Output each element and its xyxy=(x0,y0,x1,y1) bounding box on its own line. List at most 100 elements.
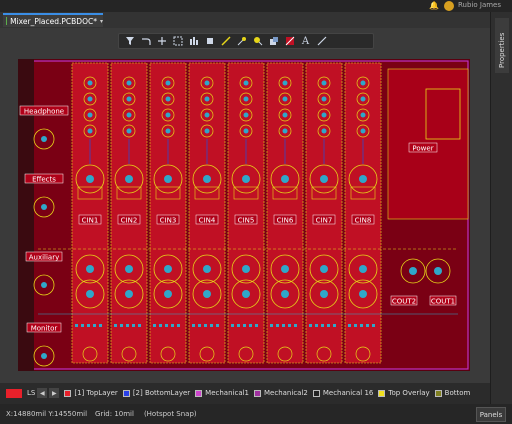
smd-pad xyxy=(210,324,213,327)
smd-pad xyxy=(204,324,207,327)
user-name[interactable]: Rubio James xyxy=(458,1,501,9)
place-fill-icon[interactable] xyxy=(267,35,280,47)
pad xyxy=(165,112,171,118)
route-icon[interactable] xyxy=(139,35,152,47)
place-component-icon[interactable] xyxy=(203,35,216,47)
smd-pad xyxy=(159,324,162,327)
layer-label: Mechanical 16 xyxy=(322,389,374,397)
avatar[interactable] xyxy=(444,1,454,11)
smd-pad xyxy=(354,324,357,327)
channel-strip xyxy=(71,62,109,364)
pad xyxy=(125,175,133,183)
layer-label: [2] BottomLayer xyxy=(132,389,191,397)
pad xyxy=(204,112,210,118)
pad xyxy=(360,96,366,102)
smd-pad xyxy=(276,324,279,327)
place-via-icon[interactable] xyxy=(235,35,248,47)
chevron-down-icon[interactable]: ▾ xyxy=(100,18,103,25)
pad xyxy=(125,265,133,273)
cin-label-4: CIN4 xyxy=(199,217,216,225)
pad xyxy=(126,80,132,86)
notification-bell-icon[interactable]: 🔔 xyxy=(429,1,439,10)
smd-pad xyxy=(99,324,102,327)
panels-button[interactable]: Panels xyxy=(476,407,506,422)
smd-pad xyxy=(288,324,291,327)
pad xyxy=(203,290,211,298)
layer-color-swatch xyxy=(122,389,130,397)
pad xyxy=(165,128,171,134)
layer-tab-6[interactable]: Bottom xyxy=(434,389,471,397)
pad xyxy=(360,80,366,86)
filter-icon[interactable] xyxy=(123,35,136,47)
layer-tab-0[interactable]: [1] TopLayer xyxy=(64,389,118,397)
pad xyxy=(126,112,132,118)
pad xyxy=(321,112,327,118)
smd-pad xyxy=(366,324,369,327)
tab-mixer-placed[interactable]: Mixer_Placed.PCBDOC * ▾ xyxy=(3,13,103,27)
smd-pad xyxy=(270,324,273,327)
pad xyxy=(242,290,250,298)
smd-pad xyxy=(249,324,252,327)
title-bar: 🔔 Rubio James xyxy=(0,0,512,12)
layer-tab-4[interactable]: Mechanical 16 xyxy=(312,389,374,397)
smd-pad xyxy=(138,324,141,327)
text-icon[interactable]: A xyxy=(299,35,312,47)
pad xyxy=(41,282,47,288)
pad xyxy=(321,128,327,134)
pad xyxy=(281,290,289,298)
channel-strip xyxy=(266,62,304,364)
layer-color-swatch xyxy=(195,389,203,397)
layer-prev-button[interactable]: ◀ xyxy=(37,388,48,398)
pad xyxy=(164,265,172,273)
pad xyxy=(203,265,211,273)
cin-label-8: CIN8 xyxy=(355,217,372,225)
cin-label-6: CIN6 xyxy=(277,217,294,225)
align-icon[interactable] xyxy=(187,35,200,47)
layer-next-button[interactable]: ▶ xyxy=(49,388,60,398)
smd-pad xyxy=(153,324,156,327)
pad xyxy=(41,136,47,142)
active-bar-toolbar: A xyxy=(118,33,374,49)
pad xyxy=(409,267,417,275)
smd-pad xyxy=(216,324,219,327)
pad xyxy=(321,80,327,86)
smd-pad xyxy=(237,324,240,327)
pcb-doc-icon xyxy=(6,17,8,25)
layer-tab-2[interactable]: Mechanical1 xyxy=(195,389,249,397)
label-headphone: Headphone xyxy=(24,108,64,116)
pad xyxy=(282,112,288,118)
pad xyxy=(282,80,288,86)
properties-panel-tab[interactable]: Properties xyxy=(495,18,509,73)
layer-tab-3[interactable]: Mechanical2 xyxy=(254,389,308,397)
pad xyxy=(41,204,47,210)
place-pad-icon[interactable] xyxy=(251,35,264,47)
smd-pad xyxy=(114,324,117,327)
layer-set-label[interactable]: LS xyxy=(27,389,35,397)
layer-tab-1[interactable]: [2] BottomLayer xyxy=(122,389,191,397)
line-icon[interactable] xyxy=(315,35,328,47)
pad xyxy=(87,112,93,118)
smd-pad xyxy=(348,324,351,327)
place-track-icon[interactable] xyxy=(219,35,232,47)
select-rect-icon[interactable] xyxy=(171,35,184,47)
region-icon[interactable] xyxy=(283,35,296,47)
pad xyxy=(126,128,132,134)
pad xyxy=(164,290,172,298)
layer-tab-5[interactable]: Top Overlay xyxy=(378,389,430,397)
layer-label: Mechanical2 xyxy=(264,389,308,397)
layer-color-swatch xyxy=(378,389,386,397)
current-layer-indicator[interactable] xyxy=(6,388,22,398)
pcb-board[interactable]: CIN1 CIN2 CIN3 CIN4 CIN5 CIN6 CIN7 CIN8 Headphon… xyxy=(18,59,470,371)
properties-tab-label: Properties xyxy=(498,32,506,68)
status-bar: X:14880mil Y:14550mil Grid: 10mil (Hotsp… xyxy=(0,404,512,424)
pad xyxy=(359,265,367,273)
add-icon[interactable] xyxy=(155,35,168,47)
cin-label-7: CIN7 xyxy=(316,217,333,225)
pad xyxy=(86,175,94,183)
pad xyxy=(125,290,133,298)
layer-label: Bottom xyxy=(444,389,471,397)
smd-pad xyxy=(333,324,336,327)
pad xyxy=(165,80,171,86)
pad xyxy=(359,290,367,298)
pad xyxy=(165,96,171,102)
